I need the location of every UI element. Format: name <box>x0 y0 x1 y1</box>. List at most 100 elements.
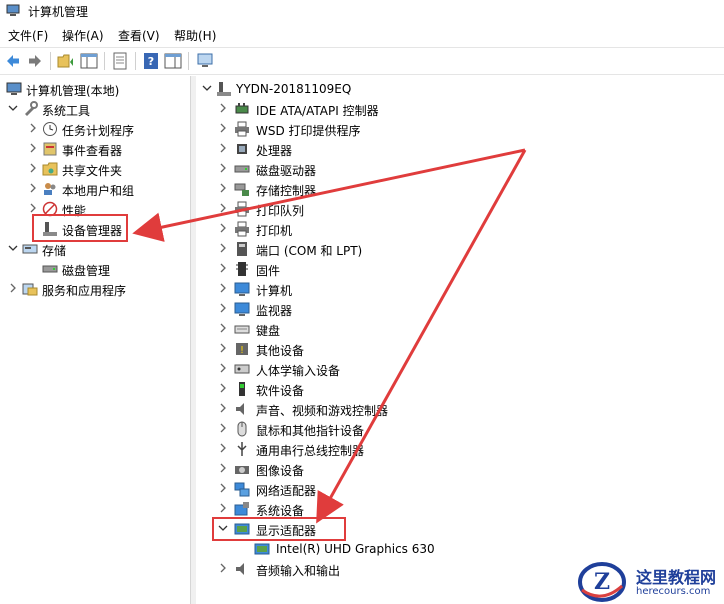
tree-item-label: 计算机管理(本地) <box>26 84 120 98</box>
device-category[interactable]: 鼠标和其他指针设备 <box>196 419 724 439</box>
tree-item-system-tools[interactable]: 系统工具 <box>0 99 190 119</box>
system-device-icon <box>234 502 249 516</box>
device-category[interactable]: 软件设备 <box>196 379 724 399</box>
device-category-label: 图像设备 <box>256 464 305 478</box>
show-hide-tree-icon[interactable] <box>80 52 98 70</box>
printer-icon <box>235 221 249 237</box>
device-category[interactable]: 处理器 <box>196 139 724 159</box>
device-category[interactable]: 固件 <box>196 259 724 279</box>
chevron-right-icon[interactable] <box>218 282 228 294</box>
chevron-right-icon[interactable] <box>218 222 228 234</box>
device-category[interactable]: 人体学输入设备 <box>196 359 724 379</box>
svg-text:!: ! <box>240 345 244 356</box>
device-category[interactable]: 计算机 <box>196 279 724 299</box>
tree-item-label: 事件查看器 <box>62 144 123 158</box>
tree-item-services[interactable]: 服务和应用程序 <box>0 279 190 299</box>
device-tree-root[interactable]: YYDN-20181109EQ <box>196 79 724 99</box>
watermark-logo-letter: Z <box>594 569 610 595</box>
chevron-right-icon[interactable] <box>218 382 228 394</box>
monitor-icon <box>234 302 250 316</box>
device-category-label: 鼠标和其他指针设备 <box>256 424 365 438</box>
device-category[interactable]: 存储控制器 <box>196 179 724 199</box>
chevron-right-icon[interactable] <box>218 342 228 354</box>
chevron-right-icon[interactable] <box>218 202 228 214</box>
tree-item-label: 系统工具 <box>42 104 91 118</box>
chevron-right-icon[interactable] <box>218 322 228 334</box>
tree-item-computer-management[interactable]: 计算机管理(本地) <box>0 79 190 99</box>
tree-item-task-scheduler[interactable]: 任务计划程序 <box>0 119 190 139</box>
device-category[interactable]: ! 其他设备 <box>196 339 724 359</box>
device-item[interactable]: Intel(R) UHD Graphics 630 <box>196 539 724 559</box>
watermark-url: herecours.com <box>636 586 711 597</box>
device-category-label: 其他设备 <box>256 344 305 358</box>
toolbar-separator <box>188 52 189 70</box>
menu-file[interactable]: 文件(F) <box>8 27 48 44</box>
device-category[interactable]: 键盘 <box>196 319 724 339</box>
chevron-right-icon[interactable] <box>218 242 228 254</box>
device-category[interactable]: 磁盘驱动器 <box>196 159 724 179</box>
chevron-right-icon[interactable] <box>28 142 38 154</box>
console-tree: 计算机管理(本地) 系统工具 任务计划程序 事件查看器 共享文件夹 本地用户和组 性能 设备管… <box>0 76 190 604</box>
help-icon[interactable]: ? <box>142 52 160 70</box>
back-icon[interactable] <box>4 52 22 70</box>
device-category[interactable]: 声音、视频和游戏控制器 <box>196 399 724 419</box>
computer-icon <box>217 82 231 96</box>
chevron-right-icon[interactable] <box>218 362 228 374</box>
chevron-right-icon[interactable] <box>218 482 228 494</box>
chevron-down-icon[interactable] <box>8 242 18 254</box>
monitor-icon[interactable] <box>196 52 214 70</box>
tree-item-label: 本地用户和组 <box>62 184 135 198</box>
chevron-down-icon[interactable] <box>8 102 18 114</box>
toolbar-separator <box>104 52 105 70</box>
clock-icon <box>43 122 57 136</box>
device-category-label: IDE ATA/ATAPI 控制器 <box>256 104 379 118</box>
device-category-label: 声音、视频和游戏控制器 <box>256 404 389 418</box>
menu-bar: 文件(F) 操作(A) 查看(V) 帮助(H) <box>0 24 724 46</box>
device-category[interactable]: 打印队列 <box>196 199 724 219</box>
device-category[interactable]: 监视器 <box>196 299 724 319</box>
chevron-right-icon[interactable] <box>218 142 228 154</box>
device-category[interactable]: WSD 打印提供程序 <box>196 119 724 139</box>
chevron-right-icon[interactable] <box>28 182 38 194</box>
device-category[interactable]: 端口 (COM 和 LPT) <box>196 239 724 259</box>
chevron-right-icon[interactable] <box>28 162 38 174</box>
chevron-right-icon[interactable] <box>218 462 228 474</box>
tree-item-shared-folders[interactable]: 共享文件夹 <box>0 159 190 179</box>
chevron-right-icon[interactable] <box>218 402 228 414</box>
device-category[interactable]: 系统设备 <box>196 499 724 519</box>
printer-icon <box>235 201 249 217</box>
menu-action[interactable]: 操作(A) <box>62 27 104 44</box>
chevron-right-icon[interactable] <box>218 182 228 194</box>
device-category[interactable]: 网络适配器 <box>196 479 724 499</box>
disk-drive-icon <box>234 165 250 173</box>
device-category[interactable]: IDE ATA/ATAPI 控制器 <box>196 99 724 119</box>
tree-item-local-users[interactable]: 本地用户和组 <box>0 179 190 199</box>
chevron-right-icon[interactable] <box>218 442 228 454</box>
chevron-down-icon[interactable] <box>202 82 212 94</box>
chevron-right-icon[interactable] <box>218 162 228 174</box>
tree-item-storage[interactable]: 存储 <box>0 239 190 259</box>
properties-icon[interactable] <box>111 52 129 70</box>
chevron-right-icon[interactable] <box>28 122 38 134</box>
device-category[interactable]: 打印机 <box>196 219 724 239</box>
printer-icon <box>235 121 249 137</box>
chevron-right-icon[interactable] <box>218 422 228 434</box>
tree-item-disk-management[interactable]: 磁盘管理 <box>0 259 190 279</box>
device-category[interactable]: 图像设备 <box>196 459 724 479</box>
menu-help[interactable]: 帮助(H) <box>174 27 216 44</box>
device-category[interactable]: 通用串行总线控制器 <box>196 439 724 459</box>
chevron-right-icon[interactable] <box>218 122 228 134</box>
chevron-right-icon[interactable] <box>8 282 18 294</box>
chevron-right-icon[interactable] <box>218 102 228 114</box>
menu-view[interactable]: 查看(V) <box>118 27 160 44</box>
action-pane-icon[interactable] <box>164 52 182 70</box>
chevron-right-icon[interactable] <box>218 562 228 574</box>
chevron-right-icon[interactable] <box>218 302 228 314</box>
chevron-right-icon[interactable] <box>28 202 38 214</box>
up-folder-icon[interactable] <box>57 52 75 70</box>
forward-icon[interactable] <box>26 52 44 70</box>
tree-item-event-viewer[interactable]: 事件查看器 <box>0 139 190 159</box>
device-category-label: 打印机 <box>256 224 293 238</box>
chevron-right-icon[interactable] <box>218 262 228 274</box>
chevron-right-icon[interactable] <box>218 502 228 514</box>
